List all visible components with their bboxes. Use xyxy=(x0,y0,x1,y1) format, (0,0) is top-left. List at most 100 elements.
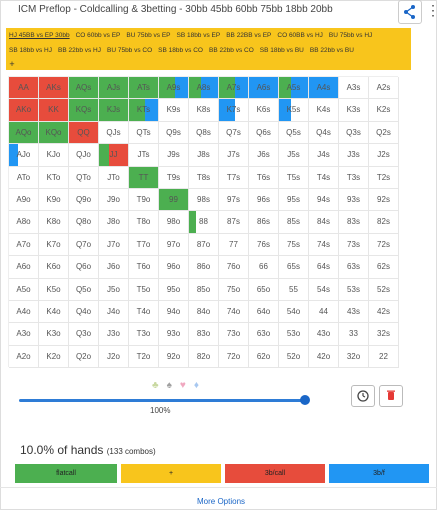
hand-cell[interactable]: 66 xyxy=(249,256,279,279)
hand-cell[interactable]: 99 xyxy=(159,189,189,212)
hand-cell[interactable]: JTs xyxy=(129,144,159,167)
hand-cell[interactable]: Q9s xyxy=(159,121,189,145)
hand-cell[interactable]: K6o xyxy=(39,256,69,279)
suit-toggle[interactable]: ♥ xyxy=(180,380,186,391)
3bet-fold-button[interactable]: 3b/f xyxy=(329,464,429,483)
hand-cell[interactable]: 64o xyxy=(249,301,279,324)
hand-cell[interactable]: 97s xyxy=(219,189,249,212)
hand-cell[interactable]: J5o xyxy=(99,278,129,301)
hand-cell[interactable]: J6o xyxy=(99,256,129,279)
hand-cell[interactable]: K2s xyxy=(369,99,399,122)
scenario-tab[interactable]: SB 18bb vs CO xyxy=(155,43,206,58)
hand-cell[interactable]: A5s xyxy=(279,77,309,100)
scenario-tab[interactable]: BU 75bb vs CO xyxy=(104,43,155,58)
hand-cell[interactable]: Q5s xyxy=(279,121,309,145)
suit-toggle[interactable]: ♦ xyxy=(194,380,199,391)
scenario-tab[interactable]: SB 18bb vs HJ xyxy=(6,43,55,58)
hand-cell[interactable]: 82s xyxy=(369,211,399,234)
hand-cell[interactable]: 82o xyxy=(189,345,219,369)
hand-cell[interactable]: 65o xyxy=(249,278,279,301)
hand-cell[interactable]: 95s xyxy=(279,189,309,212)
hand-cell[interactable]: 84o xyxy=(189,301,219,324)
hand-cell[interactable]: 65s xyxy=(279,256,309,279)
hand-cell[interactable]: 85o xyxy=(189,278,219,301)
hand-cell[interactable]: K4o xyxy=(39,301,69,324)
hand-cell[interactable]: T9o xyxy=(129,189,159,212)
hand-cell[interactable]: 93s xyxy=(339,189,369,212)
hand-cell[interactable]: Q8s xyxy=(189,121,219,145)
hand-cell[interactable]: KQo xyxy=(39,121,69,145)
hand-cell[interactable]: 73o xyxy=(219,323,249,346)
hand-cell[interactable]: T5o xyxy=(129,278,159,301)
hand-cell[interactable]: 92o xyxy=(159,345,189,369)
hand-cell[interactable]: 44 xyxy=(309,301,339,324)
hand-cell[interactable]: 43s xyxy=(339,301,369,324)
scenario-tab[interactable]: SB 18bb vs EP xyxy=(173,28,223,43)
hand-cell[interactable]: 85s xyxy=(279,211,309,234)
hand-cell[interactable]: Q5o xyxy=(69,278,99,301)
hand-cell[interactable]: Q9o xyxy=(69,189,99,212)
hand-cell[interactable]: QQ xyxy=(69,121,99,145)
range-slider-handle[interactable] xyxy=(300,395,310,405)
hand-cell[interactable]: A3o xyxy=(9,323,39,346)
hand-cell[interactable]: AJo xyxy=(9,144,39,167)
hand-cell[interactable]: Q3o xyxy=(69,323,99,346)
scenario-tab[interactable]: BB 22BB vs EP xyxy=(223,28,274,43)
hand-cell[interactable]: 87s xyxy=(219,211,249,234)
hand-cell[interactable]: Q3s xyxy=(339,121,369,145)
hand-cell[interactable]: J7s xyxy=(219,144,249,167)
hand-cell[interactable]: K9o xyxy=(39,189,69,212)
more-vert-icon[interactable]: ⋮ xyxy=(426,2,437,18)
hand-cell[interactable]: T3s xyxy=(339,166,369,189)
hand-cell[interactable]: 95o xyxy=(159,278,189,301)
hand-cell[interactable]: K7o xyxy=(39,233,69,257)
scenario-tab[interactable]: CO 60BB vs HJ xyxy=(274,28,326,43)
add-action-button[interactable]: + xyxy=(121,464,221,483)
hand-cell[interactable]: J5s xyxy=(279,144,309,167)
hand-cell[interactable]: J2s xyxy=(369,144,399,167)
hand-cell[interactable]: A4o xyxy=(9,301,39,324)
hand-cell[interactable]: A7s xyxy=(219,77,249,100)
hand-cell[interactable]: 98o xyxy=(159,211,189,234)
hand-cell[interactable]: AKs xyxy=(39,77,69,100)
hand-cell[interactable]: 86o xyxy=(189,256,219,279)
hand-cell[interactable]: 96o xyxy=(159,256,189,279)
hand-cell[interactable]: AQs xyxy=(69,77,99,100)
hand-cell[interactable]: 74s xyxy=(309,233,339,257)
hand-cell[interactable]: 93o xyxy=(159,323,189,346)
hand-cell[interactable]: K2o xyxy=(39,345,69,369)
add-scenario-button[interactable]: + xyxy=(6,58,18,70)
hand-cell[interactable]: Q7o xyxy=(69,233,99,257)
scenario-tab[interactable]: CO 60bb vs EP xyxy=(73,28,124,43)
hand-cell[interactable]: 54o xyxy=(279,301,309,324)
hand-cell[interactable]: KTs xyxy=(129,99,159,122)
hand-cell[interactable]: 62s xyxy=(369,256,399,279)
hand-cell[interactable]: KQs xyxy=(69,99,99,122)
hand-cell[interactable]: A6o xyxy=(9,256,39,279)
hand-cell[interactable]: A6s xyxy=(249,77,279,100)
scenario-tab[interactable]: BU 75bb vs HJ xyxy=(326,28,375,43)
hand-cell[interactable]: Q2o xyxy=(69,345,99,369)
hand-cell[interactable]: Q4s xyxy=(309,121,339,145)
hand-cell[interactable]: 63o xyxy=(249,323,279,346)
hand-cell[interactable]: 75s xyxy=(279,233,309,257)
hand-cell[interactable]: JTo xyxy=(99,166,129,189)
hand-cell[interactable]: J9o xyxy=(99,189,129,212)
hand-cell[interactable]: T6o xyxy=(129,256,159,279)
hand-cell[interactable]: A9s xyxy=(159,77,189,100)
hand-cell[interactable]: K7s xyxy=(219,99,249,122)
hand-cell[interactable]: T8s xyxy=(189,166,219,189)
hand-cell[interactable]: QJs xyxy=(99,121,129,145)
hand-cell[interactable]: J2o xyxy=(99,345,129,369)
hand-cell[interactable]: 84s xyxy=(309,211,339,234)
hand-cell[interactable]: 88 xyxy=(189,211,219,234)
more-options-link[interactable]: More Options xyxy=(197,497,245,506)
hand-cell[interactable]: 72s xyxy=(369,233,399,257)
hand-cell[interactable]: K4s xyxy=(309,99,339,122)
hand-cell[interactable]: AA xyxy=(9,77,39,100)
hand-cell[interactable]: K8o xyxy=(39,211,69,234)
hand-cell[interactable]: 96s xyxy=(249,189,279,212)
hand-cell[interactable]: 55 xyxy=(279,278,309,301)
hand-cell[interactable]: 97o xyxy=(159,233,189,257)
hand-cell[interactable]: 76s xyxy=(249,233,279,257)
